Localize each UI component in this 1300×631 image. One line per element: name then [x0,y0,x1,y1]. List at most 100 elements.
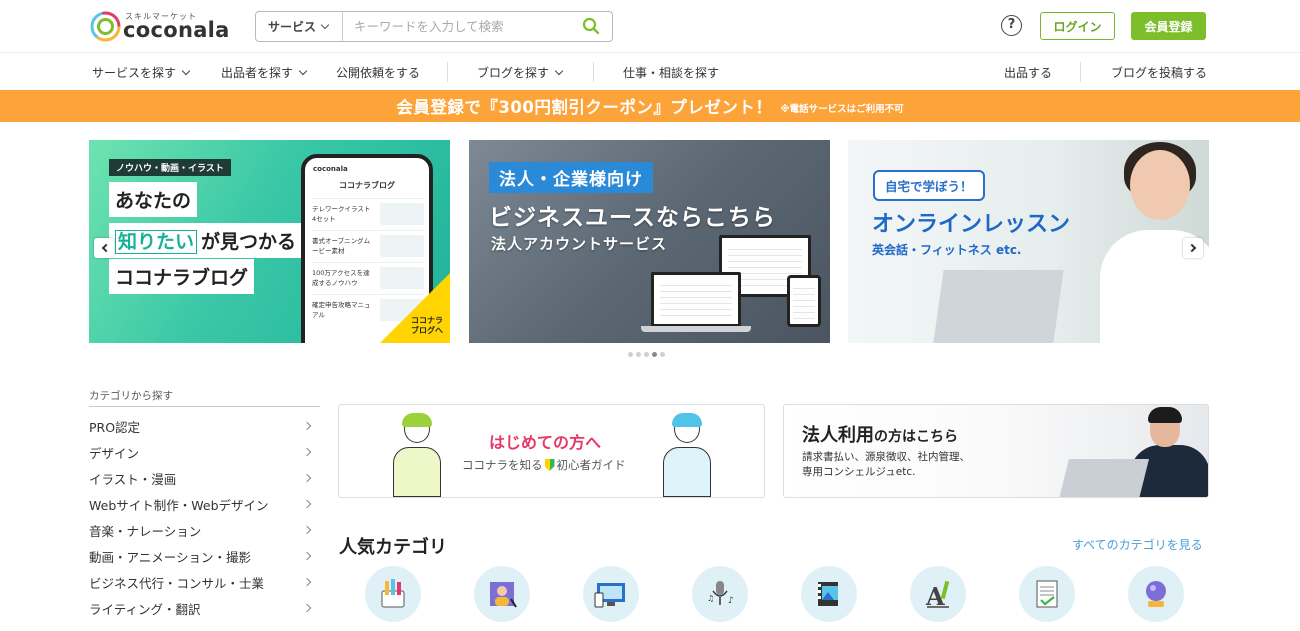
help-icon[interactable]: ? [1001,15,1022,36]
person-head [1130,150,1190,220]
slide-tag: 法人・企業様向け [489,162,653,193]
carousel-dots [628,352,678,358]
carousel-dot[interactable] [660,352,665,357]
thumbnail [380,235,424,257]
man-illustration [387,413,449,497]
card-subtitle-pre: ココナラを知る [462,458,543,472]
carousel-slide-blog[interactable]: ノウハウ・動画・イラスト あなたの 知りたい が見つかる ココナラブログ coco… [89,140,450,343]
nav-find-jobs[interactable]: 仕事・相談を探す [623,64,719,81]
sidebar-item-label: ビジネス代行・コンサル・士業 [89,575,265,591]
chevron-down-icon [320,20,330,30]
slide-headline-1: あなたの [109,182,198,217]
nav-find-blogs[interactable]: ブログを探す [477,64,564,81]
sidebar-item-label: デザイン [89,445,140,461]
woman-illustration [657,413,719,497]
search-icon[interactable] [582,17,600,35]
sidebar-item-web[interactable]: Webサイト制作・Webデザイン [89,491,314,517]
phone-row: 書式オープニングムービー素材 [312,230,424,258]
slide-headline: オンラインレッスン [872,212,1071,237]
logo-wordmark: coconala [123,18,230,42]
sidebar-item-business[interactable]: ビジネス代行・コンサル・士業 [89,569,314,595]
nav-divider [593,62,594,82]
search-input[interactable] [344,12,574,41]
nav-divider [1080,62,1081,82]
video-icon[interactable] [801,566,857,622]
search-category-select[interactable]: サービス [256,12,343,41]
phone-title: ココナラブログ [339,181,395,190]
nav-find-services[interactable]: サービスを探す [92,64,191,81]
phone-row-text: テレワークイラスト4セット [312,205,371,223]
nav-sell[interactable]: 出品する [1004,64,1052,81]
writing-icon[interactable]: A [910,566,966,622]
carousel-slide-business[interactable]: 法人・企業様向け ビジネスユースならこちら 法人アカウントサービス [469,140,830,343]
nav-post-blog[interactable]: ブログを投稿する [1111,64,1207,81]
thumbnail [380,203,424,225]
nav-find-sellers[interactable]: 出品者を探す [221,64,308,81]
sidebar-item-music[interactable]: 音楽・ナレーション [89,517,314,543]
card-description-line: 請求書払い、源泉徴収、社内管理、 [802,451,970,463]
sidebar-item-writing[interactable]: ライティング・翻訳 [89,595,314,621]
sidebar-item-label: PRO認定 [89,419,141,435]
carousel-prev-button[interactable] [94,238,114,258]
music-icon[interactable]: ♪ ♫ [692,566,748,622]
chevron-left-icon [101,243,110,253]
tablet-illustration [787,275,821,327]
carousel-dot[interactable] [652,352,657,357]
search-category-label: サービス [268,20,317,34]
logo-mark-icon [90,11,121,42]
figure-hair [402,413,432,427]
register-button[interactable]: 会員登録 [1131,12,1206,40]
carousel-slide-lesson[interactable]: 自宅で学ぼう！ オンラインレッスン 英会話・フィットネス etc. [848,140,1209,343]
carousel-next-button[interactable] [1183,238,1203,258]
slide-tag: ノウハウ・動画・イラスト [109,159,231,176]
fortune-icon[interactable] [1128,566,1184,622]
corporate-card[interactable]: 法人利用の方はこちら 請求書払い、源泉徴収、社内管理、 専用コンシェルジュetc… [783,404,1209,498]
nav-label: ブログを探す [477,66,550,80]
card-subtitle: ココナラを知る 初心者ガイド [462,457,626,473]
chevron-right-icon [302,577,312,587]
business-icon[interactable] [1019,566,1075,622]
slide-headline-2: 知りたい が見つかる [109,223,303,258]
chevron-right-icon [302,603,312,613]
chevron-right-icon [302,421,312,431]
beginner-guide-card[interactable]: はじめての方へ ココナラを知る 初心者ガイド [338,404,765,498]
card-title-main: 法人利用 [802,425,874,446]
phone-row-text: 100万アクセスを達成するノウハウ [312,269,370,287]
figure-body [663,447,711,497]
sidebar-divider [89,406,320,407]
card-title: はじめての方へ [489,433,602,452]
sidebar-item-pro[interactable]: PRO認定 [89,413,314,439]
illustration-icon[interactable] [474,566,530,622]
nav-label: ブログを投稿する [1111,66,1208,80]
website-icon[interactable] [583,566,639,622]
card-title-suffix: の方はこちら [874,429,958,445]
slide-headline: ビジネスユースならこちら [489,205,776,231]
chevron-right-icon [302,473,312,483]
slide-corner-label: ココナラブログへ [411,316,443,335]
login-button[interactable]: ログイン [1040,12,1115,40]
sidebar-item-illustration[interactable]: イラスト・漫画 [89,465,314,491]
sidebar-item-video[interactable]: 動画・アニメーション・撮影 [89,543,314,569]
slide-highlight: 知りたい [115,230,198,254]
sidebar-item-design[interactable]: デザイン [89,439,314,465]
design-icon[interactable] [365,566,421,622]
slide-subheadline: 英会話・フィットネス etc. [872,243,1022,257]
card-description: 請求書払い、源泉徴収、社内管理、 専用コンシェルジュetc. [802,450,970,480]
all-categories-link[interactable]: すべてのカテゴリを見る [1072,536,1203,553]
coconala-logo[interactable]: スキルマーケット coconala [90,10,230,44]
sidebar-item-label: ライティング・翻訳 [89,601,201,617]
promo-banner[interactable]: 会員登録で『300円割引クーポン』プレゼント！ ※電話サービスはご利用不可 [0,90,1300,122]
card-description-line: 専用コンシェルジュetc. [802,466,916,478]
svg-text:♪: ♪ [728,596,734,606]
nav-label: 仕事・相談を探す [623,66,720,80]
nav-label: サービスを探す [92,66,177,80]
carousel-dot[interactable] [644,352,649,357]
chevron-right-icon [302,499,312,509]
phone-row-text: 確定申告攻略マニュアル [312,301,371,319]
chevron-down-icon [181,66,191,76]
slide-subheadline: 法人アカウントサービス [491,235,668,253]
nav-post-request[interactable]: 公開依頼をする [336,64,420,81]
carousel-dot[interactable] [628,352,633,357]
carousel-dot[interactable] [636,352,641,357]
sidebar-item-label: 動画・アニメーション・撮影 [89,549,252,565]
